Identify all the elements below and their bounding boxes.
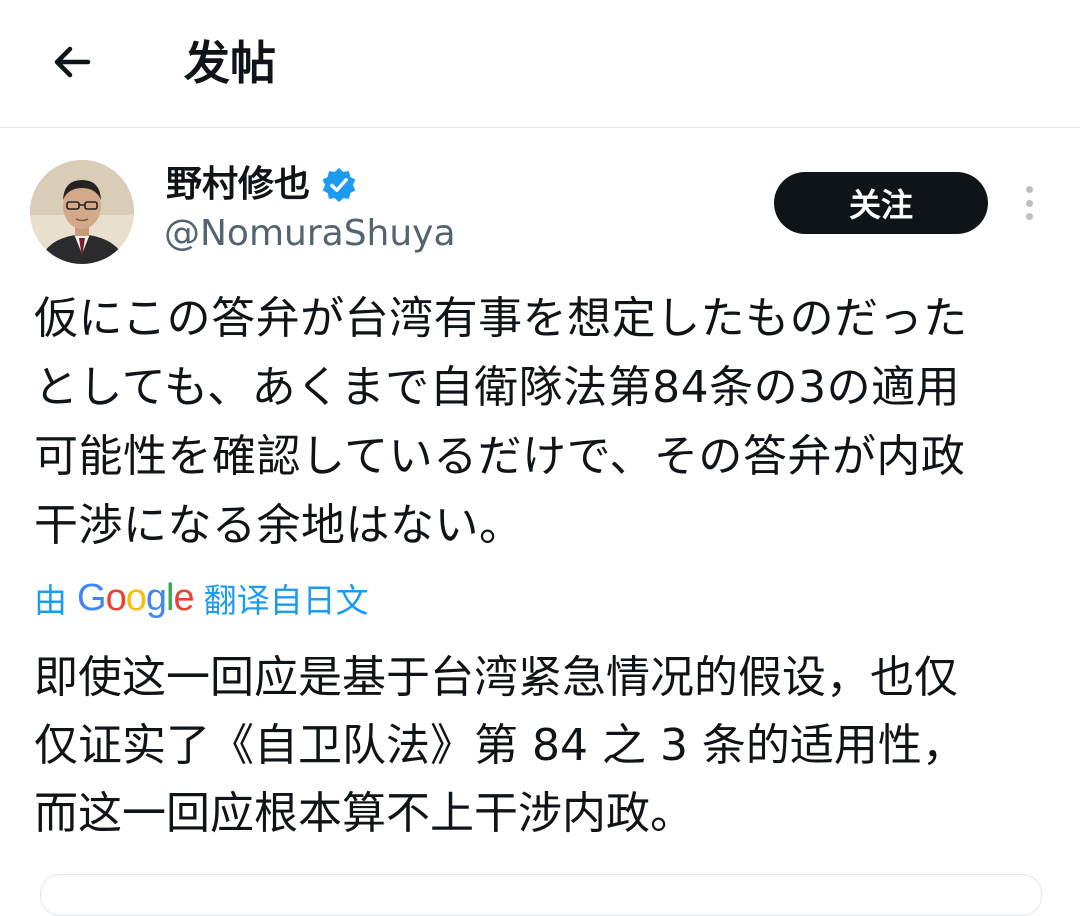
translation-attribution[interactable]: 由 Google 翻译自日文 bbox=[34, 572, 369, 624]
translated-text: 即使这一回应是基于台湾紧急情况的假设，也仅 仅证实了《自卫队法》第 84 之 3… bbox=[34, 652, 966, 839]
verified-badge-icon bbox=[322, 167, 356, 203]
translation-prefix: 由 bbox=[34, 581, 67, 620]
avatar[interactable] bbox=[30, 160, 134, 264]
tweet-text: 仮にこの答弁が台湾有事を想定したものだった としても、あくまで自衛隊法第84条の… bbox=[34, 293, 968, 551]
google-logo: Google bbox=[77, 576, 195, 619]
more-options-button[interactable] bbox=[1012, 180, 1046, 226]
avatar-image bbox=[30, 160, 134, 264]
more-dot-icon bbox=[1025, 213, 1033, 220]
translation-suffix: 翻译自日文 bbox=[203, 581, 369, 620]
top-bar: 发帖 bbox=[0, 0, 1080, 128]
author-name[interactable]: 野村修也 bbox=[166, 160, 310, 210]
card-edge bbox=[40, 874, 1042, 916]
back-button[interactable] bbox=[40, 30, 104, 94]
more-dot-icon bbox=[1025, 186, 1033, 193]
arrow-left-icon bbox=[54, 46, 91, 78]
author-name-row[interactable]: 野村修也 bbox=[166, 160, 358, 210]
more-dot-icon bbox=[1025, 199, 1033, 207]
follow-button[interactable]: 关注 bbox=[774, 172, 988, 234]
page-title: 发帖 bbox=[184, 36, 276, 90]
author-handle[interactable]: @NomuraShuya bbox=[164, 210, 456, 258]
